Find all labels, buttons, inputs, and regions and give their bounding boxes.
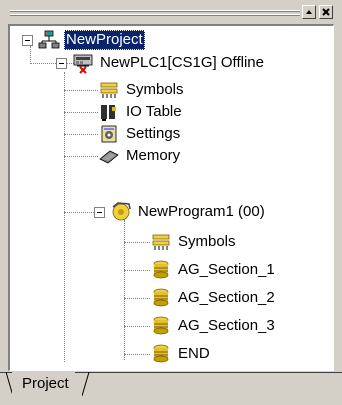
tree-item-label: NewProject [64, 30, 145, 50]
tree-item-label: END [178, 345, 210, 362]
collapse-project-button[interactable] [22, 35, 33, 46]
panel-grip-bar[interactable] [10, 9, 300, 18]
tree-item-section-1[interactable]: AG_Section_1 [150, 259, 277, 281]
section-icon [153, 288, 169, 307]
close-icon [322, 8, 330, 16]
project-workspace-panel: NewProject NewPLC1[CS1G] Offline Symbols… [0, 0, 342, 405]
project-tree[interactable]: NewProject NewPLC1[CS1G] Offline Symbols… [8, 24, 334, 371]
tab-edge-right [82, 372, 90, 396]
tree-item-end[interactable]: END [150, 343, 212, 365]
tab-project-label: Project [22, 375, 69, 392]
section-icon [153, 316, 169, 335]
tree-item-label: IO Table [126, 103, 182, 120]
close-button[interactable] [319, 5, 333, 19]
tree-item-symbols[interactable]: Symbols [98, 79, 186, 101]
collapse-plc-button[interactable] [56, 58, 67, 69]
collapse-program-button[interactable] [94, 207, 105, 218]
section-icon [153, 260, 169, 279]
tree-item-program[interactable]: NewProgram1 (00) [110, 201, 267, 223]
tree-item-section-2[interactable]: AG_Section_2 [150, 287, 277, 309]
symbols-icon [152, 234, 170, 250]
maximize-button[interactable] [302, 5, 316, 19]
tree-item-label: NewProgram1 (00) [138, 203, 265, 220]
tree-item-label: Symbols [126, 81, 184, 98]
tree-item-program-symbols[interactable]: Symbols [150, 231, 238, 253]
tree-item-settings[interactable]: Settings [98, 123, 182, 145]
tree-item-label: Memory [126, 147, 181, 164]
symbols-icon [100, 82, 118, 98]
tree-item-label: AG_Section_2 [178, 289, 275, 306]
settings-icon [101, 125, 117, 143]
tree-item-label: Symbols [178, 233, 236, 250]
tree-item-section-3[interactable]: AG_Section_3 [150, 315, 277, 337]
tab-project[interactable]: Project [12, 372, 75, 396]
maximize-icon [306, 10, 312, 14]
workspace-tab-strip: Project [0, 372, 342, 405]
tree-item-memory[interactable]: Memory [98, 145, 182, 167]
tree-item-plc[interactable]: NewPLC1[CS1G] Offline [72, 52, 266, 74]
program-icon [112, 202, 131, 221]
tree-item-label: AG_Section_3 [178, 317, 275, 334]
tree-item-io-table[interactable]: IO Table [98, 101, 184, 123]
section-icon [153, 344, 169, 363]
memory-icon [99, 150, 119, 164]
project-network-icon [38, 30, 60, 49]
tree-item-label: AG_Section_1 [178, 261, 275, 278]
plc-offline-icon [73, 54, 93, 74]
io-table-icon [101, 105, 116, 121]
tree-item-label: Settings [126, 125, 181, 142]
tree-item-project[interactable]: NewProject [38, 29, 145, 51]
tree-item-label: NewPLC1[CS1G] Offline [100, 54, 264, 71]
